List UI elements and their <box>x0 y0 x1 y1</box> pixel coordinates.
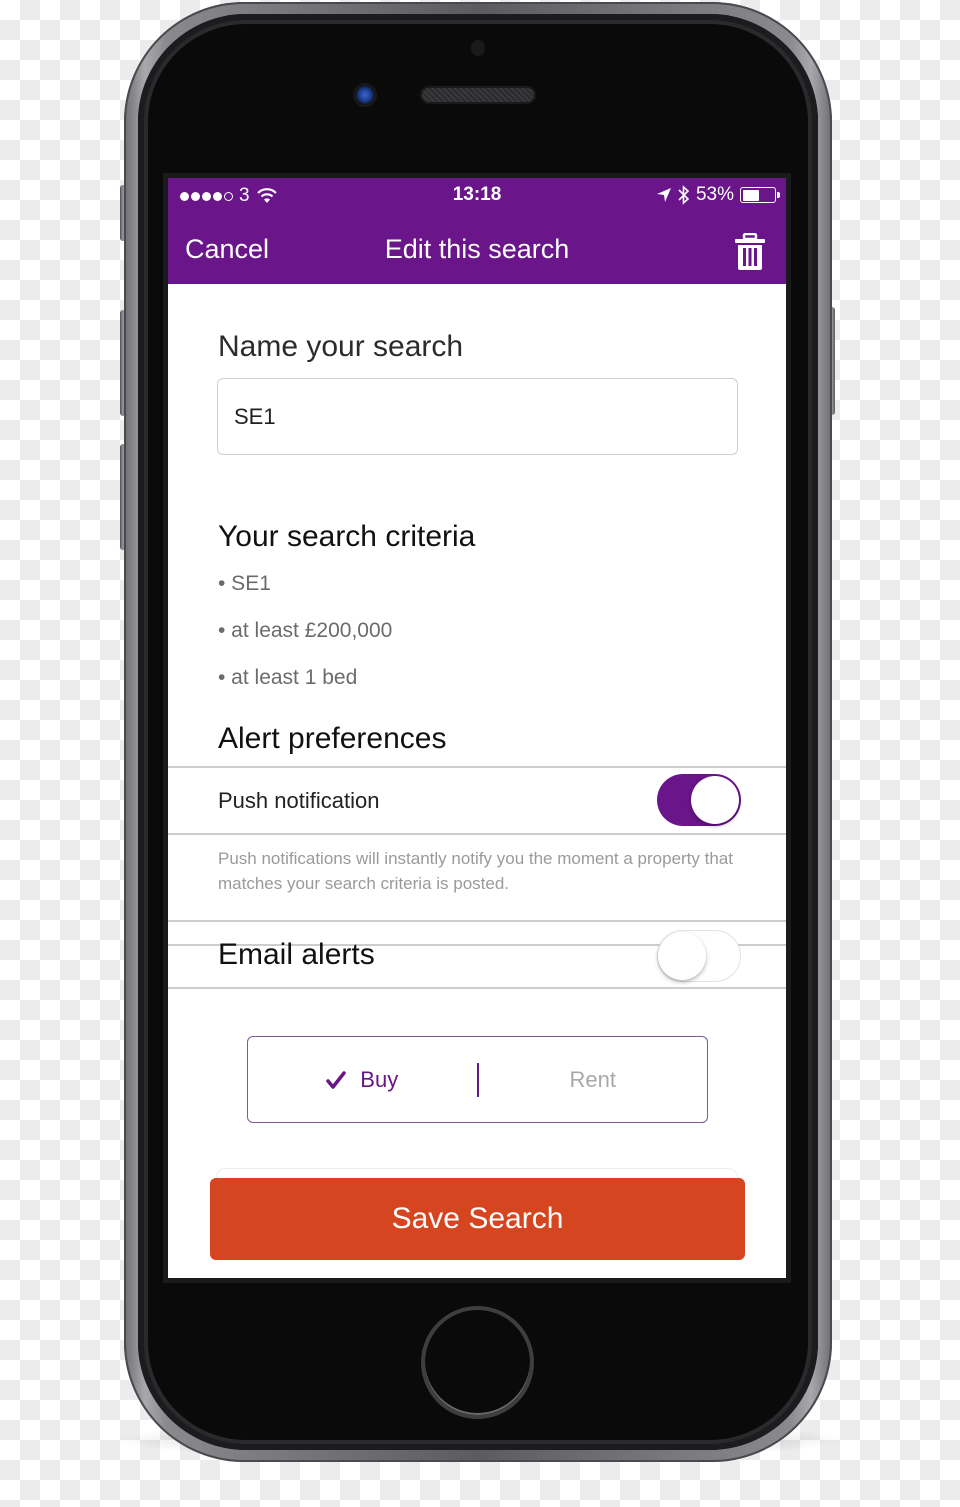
email-alerts-toggle[interactable] <box>657 930 741 982</box>
toggle-knob <box>658 932 706 980</box>
navigation-bar: 3 13:18 53% Cancel Edit this search <box>168 178 786 284</box>
app-screen: 3 13:18 53% Cancel Edit this search Name… <box>168 178 786 1278</box>
push-notification-label: Push notification <box>218 788 380 813</box>
push-notification-help-text: Push notifications will instantly notify… <box>218 849 733 893</box>
status-bar: 3 13:18 53% <box>168 178 786 214</box>
battery-icon <box>740 187 780 203</box>
search-name-input[interactable] <box>217 378 738 455</box>
save-search-button[interactable]: Save Search <box>210 1178 745 1260</box>
battery-percent: 53% <box>695 184 734 205</box>
divider <box>168 766 786 768</box>
toggle-knob <box>691 776 739 824</box>
push-notification-toggle[interactable] <box>657 774 741 826</box>
nav-row: Cancel Edit this search <box>168 214 786 284</box>
divider <box>168 833 786 835</box>
divider <box>168 920 786 922</box>
trash-icon[interactable] <box>734 233 766 271</box>
battery-fill <box>742 189 759 201</box>
criteria-item: • at least £200,000 <box>218 619 393 642</box>
divider <box>168 987 786 989</box>
name-search-label: Name your search <box>218 330 464 363</box>
alert-preferences-heading: Alert preferences <box>218 722 447 755</box>
earpiece-speaker <box>422 88 534 102</box>
proximity-sensor <box>471 40 485 56</box>
email-alerts-label: Email alerts <box>218 938 375 971</box>
buy-label: Buy <box>360 1066 399 1092</box>
rent-option[interactable]: Rent <box>479 1037 708 1122</box>
buy-rent-segmented-control: Buy Rent <box>247 1036 708 1123</box>
location-arrow-icon <box>656 188 671 202</box>
home-button[interactable] <box>421 1306 534 1419</box>
criteria-item: • at least 1 bed <box>218 666 358 689</box>
rent-label: Rent <box>569 1066 616 1092</box>
page-title: Edit this search <box>384 234 570 264</box>
criteria-heading: Your search criteria <box>218 520 476 553</box>
front-camera <box>355 85 375 105</box>
checkmark-icon <box>326 1070 347 1089</box>
criteria-item: • SE1 <box>218 572 271 595</box>
buy-option[interactable]: Buy <box>248 1037 477 1122</box>
bluetooth-icon <box>678 185 690 205</box>
